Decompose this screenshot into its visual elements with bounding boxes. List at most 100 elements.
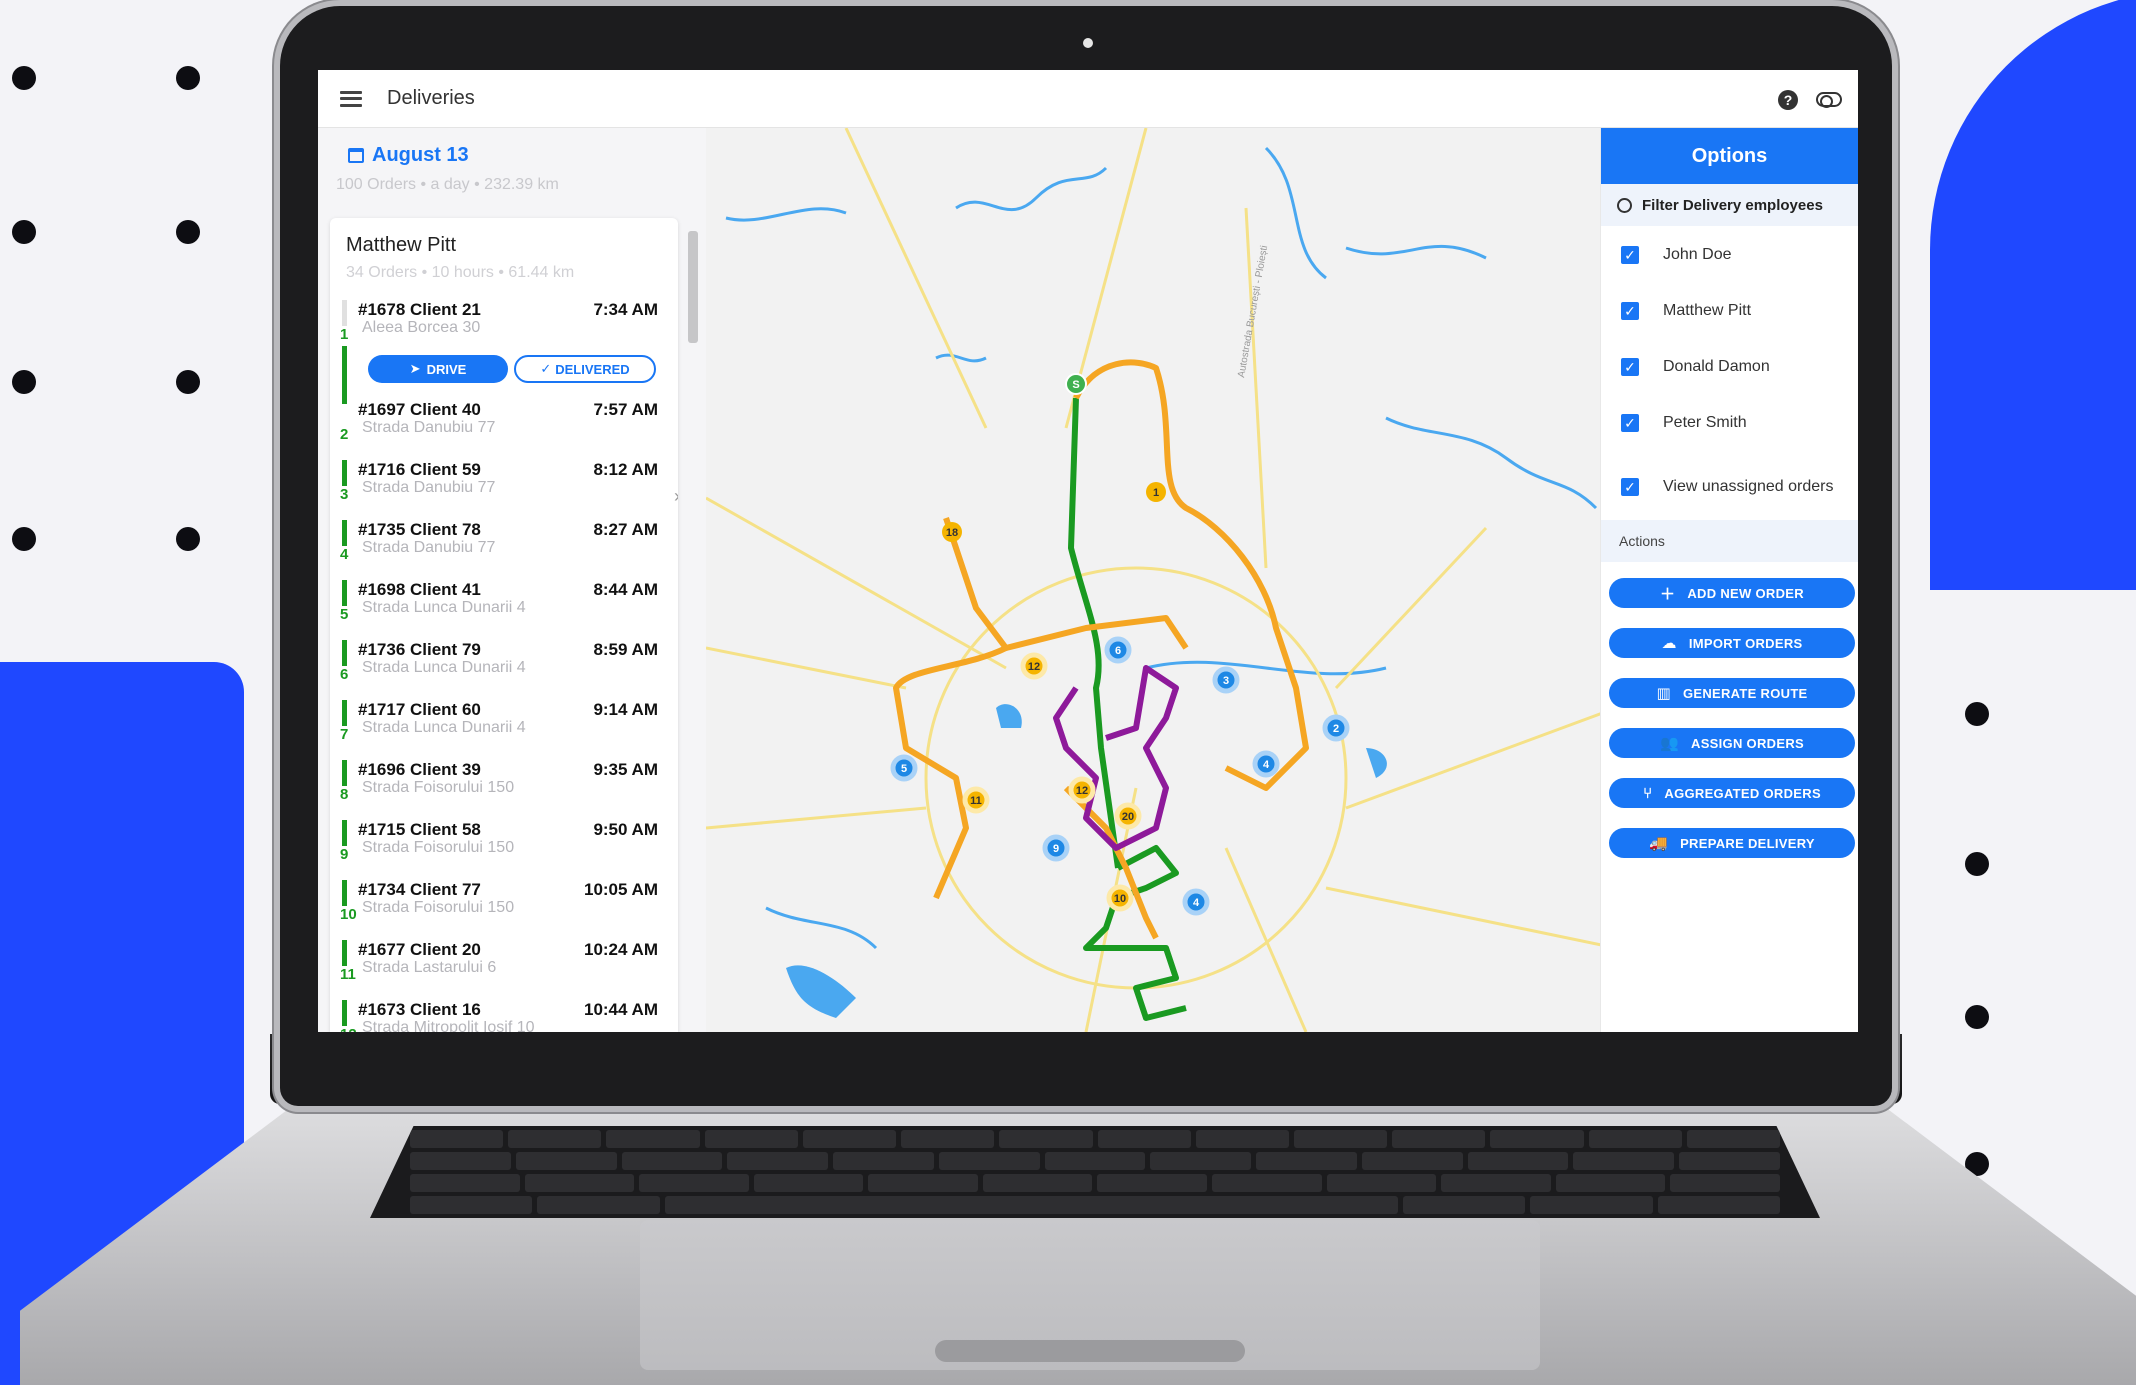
button-label: AGGREGATED ORDERS bbox=[1664, 785, 1821, 801]
checkbox-checked-icon[interactable]: ✓ bbox=[1621, 302, 1639, 320]
stop-title: #1716 Client 59 bbox=[358, 460, 481, 479]
map-marker[interactable]: 2 bbox=[1322, 714, 1350, 742]
map-lake bbox=[996, 704, 1022, 728]
route-green-loop[interactable] bbox=[1083, 845, 1187, 1021]
menu-icon[interactable] bbox=[340, 90, 362, 107]
map-marker[interactable]: 4 bbox=[1252, 750, 1280, 778]
orders-panel: August 13 100 Orders • a day • 232.39 km… bbox=[318, 128, 706, 1032]
assign-orders-button[interactable]: 👥 ASSIGN ORDERS bbox=[1609, 728, 1855, 758]
employee-filter-label: Donald Damon bbox=[1663, 358, 1770, 375]
employee-filter-peter[interactable]: ✓ Peter Smith bbox=[1621, 414, 1747, 432]
map-marker[interactable]: 12 bbox=[1068, 776, 1096, 804]
stop-time: 9:14 AM bbox=[593, 700, 658, 719]
start-marker[interactable]: S bbox=[1065, 373, 1087, 395]
stop-time: 7:57 AM bbox=[593, 400, 658, 419]
button-label: ASSIGN ORDERS bbox=[1691, 735, 1804, 751]
stop-title: #1736 Client 79 bbox=[358, 640, 481, 659]
checkbox-checked-icon[interactable]: ✓ bbox=[1621, 478, 1639, 496]
map-marker[interactable]: 11 bbox=[962, 786, 990, 814]
checkbox-checked-icon[interactable]: ✓ bbox=[1621, 358, 1639, 376]
map-marker[interactable]: 6 bbox=[1104, 636, 1132, 664]
stop-address: Strada Lunca Dunarii 4 bbox=[362, 599, 526, 616]
stop-address: Strada Danubiu 77 bbox=[362, 479, 496, 496]
svg-text:4: 4 bbox=[1193, 897, 1200, 909]
stop-address: Strada Mitropolit Iosif 10 bbox=[362, 1019, 535, 1032]
stop-item[interactable]: 8 #1696 Client 39 Strada Foisorului 150 … bbox=[340, 758, 670, 808]
date-selector[interactable]: August 13 bbox=[348, 144, 469, 167]
svg-text:S: S bbox=[1072, 379, 1079, 391]
drive-button[interactable]: ➤ DRIVE bbox=[368, 355, 508, 383]
filter-section-header: Filter Delivery employees bbox=[1601, 184, 1858, 226]
route-map[interactable]: Autostrada București - Ploiești S 1 18 1… bbox=[706, 128, 1616, 1032]
check-icon: ✓ bbox=[540, 361, 552, 376]
day-summary: 100 Orders • a day • 232.39 km bbox=[336, 176, 559, 193]
employee-filter-john[interactable]: ✓ John Doe bbox=[1621, 246, 1732, 264]
svg-text:20: 20 bbox=[1122, 811, 1134, 823]
map-marker[interactable]: 1 bbox=[1146, 482, 1166, 502]
stop-item[interactable]: 6 #1736 Client 79 Strada Lunca Dunarii 4… bbox=[340, 638, 670, 688]
unassigned-label: View unassigned orders bbox=[1663, 478, 1834, 495]
stop-time: 10:24 AM bbox=[583, 940, 658, 959]
svg-text:5: 5 bbox=[901, 763, 907, 775]
stop-title: #1698 Client 41 bbox=[358, 580, 481, 599]
svg-text:18: 18 bbox=[946, 527, 958, 539]
decor-dot bbox=[12, 527, 36, 551]
map-marker[interactable]: 4 bbox=[1182, 888, 1210, 916]
options-panel: Options Filter Delivery employees ✓ John… bbox=[1600, 128, 1858, 1032]
stop-time: 10:05 AM bbox=[583, 880, 658, 899]
route-orange-2[interactable] bbox=[943, 517, 1189, 651]
toggle-icon[interactable] bbox=[1816, 92, 1842, 108]
checkbox-checked-icon[interactable]: ✓ bbox=[1621, 246, 1639, 264]
generate-route-button[interactable]: ▥ GENERATE ROUTE bbox=[1609, 678, 1855, 708]
stop-item[interactable]: 9 #1715 Client 58 Strada Foisorului 150 … bbox=[340, 818, 670, 868]
map-marker[interactable]: 10 bbox=[1106, 884, 1134, 912]
stop-item[interactable]: 3 #1716 Client 59 Strada Danubiu 77 8:12… bbox=[340, 458, 670, 508]
add-new-order-button[interactable]: ＋ ADD NEW ORDER bbox=[1609, 578, 1855, 608]
svg-text:3: 3 bbox=[1223, 675, 1229, 687]
stop-item[interactable]: 12 #1673 Client 16 Strada Mitropolit Ios… bbox=[340, 998, 670, 1032]
chevron-right-icon[interactable]: › bbox=[674, 486, 678, 507]
stop-title: #1697 Client 40 bbox=[358, 400, 481, 419]
map-lake bbox=[1366, 748, 1387, 778]
map-marker[interactable]: 3 bbox=[1212, 666, 1240, 694]
scrollbar[interactable] bbox=[688, 223, 698, 343]
map-roads bbox=[706, 128, 1616, 1032]
stop-item[interactable]: 5 #1698 Client 41 Strada Lunca Dunarii 4… bbox=[340, 578, 670, 628]
decor-dot bbox=[176, 66, 200, 90]
checkbox-checked-icon[interactable]: ✓ bbox=[1621, 414, 1639, 432]
map-marker[interactable]: 5 bbox=[890, 754, 918, 782]
help-icon[interactable]: ? bbox=[1778, 90, 1798, 110]
stop-address: Strada Foisorului 150 bbox=[362, 779, 515, 796]
map-canvas[interactable]: Autostrada București - Ploiești S 1 18 1… bbox=[706, 128, 1616, 1032]
map-icon: ▥ bbox=[1656, 685, 1671, 702]
svg-text:12: 12 bbox=[1028, 661, 1040, 673]
employee-filter-matthew[interactable]: ✓ Matthew Pitt bbox=[1621, 302, 1751, 320]
svg-text:10: 10 bbox=[1114, 893, 1126, 905]
prepare-delivery-button[interactable]: 🚚 PREPARE DELIVERY bbox=[1609, 828, 1855, 858]
stop-item[interactable]: 1 #1678 Client 21 Aleea Borcea 30 7:34 A… bbox=[340, 298, 670, 348]
map-marker[interactable]: 18 bbox=[942, 522, 962, 542]
decor-dot bbox=[1965, 852, 1989, 876]
aggregated-orders-button[interactable]: ⑂ AGGREGATED ORDERS bbox=[1609, 778, 1855, 808]
import-orders-button[interactable]: ☁ IMPORT ORDERS bbox=[1609, 628, 1855, 658]
employee-filter-label: Peter Smith bbox=[1663, 414, 1747, 431]
stop-address: Strada Danubiu 77 bbox=[362, 539, 496, 556]
options-title: Options bbox=[1601, 128, 1858, 184]
stop-item[interactable]: 11 #1677 Client 20 Strada Lastarului 6 1… bbox=[340, 938, 670, 988]
active-stop-bar bbox=[342, 346, 347, 404]
employee-name: Matthew Pitt bbox=[346, 234, 457, 256]
stop-item[interactable]: 4 #1735 Client 78 Strada Danubiu 77 8:27… bbox=[340, 518, 670, 568]
decor-dot bbox=[1965, 702, 1989, 726]
stop-time: 8:27 AM bbox=[593, 520, 658, 539]
employee-filter-donald[interactable]: ✓ Donald Damon bbox=[1621, 358, 1770, 376]
map-marker[interactable]: 20 bbox=[1114, 802, 1142, 830]
delivered-button[interactable]: ✓ DELIVERED bbox=[514, 355, 656, 383]
stop-item[interactable]: 7 #1717 Client 60 Strada Lunca Dunarii 4… bbox=[340, 698, 670, 748]
actions-section-header: Actions bbox=[1601, 520, 1858, 562]
map-marker[interactable]: 9 bbox=[1042, 834, 1070, 862]
stop-item[interactable]: 2 #1697 Client 40 Strada Danubiu 77 7:57… bbox=[340, 398, 670, 448]
stop-title: #1715 Client 58 bbox=[358, 820, 481, 839]
stop-item[interactable]: 10 #1734 Client 77 Strada Foisorului 150… bbox=[340, 878, 670, 928]
unassigned-orders-filter[interactable]: ✓ View unassigned orders bbox=[1621, 478, 1833, 496]
map-marker[interactable]: 12 bbox=[1020, 652, 1048, 680]
